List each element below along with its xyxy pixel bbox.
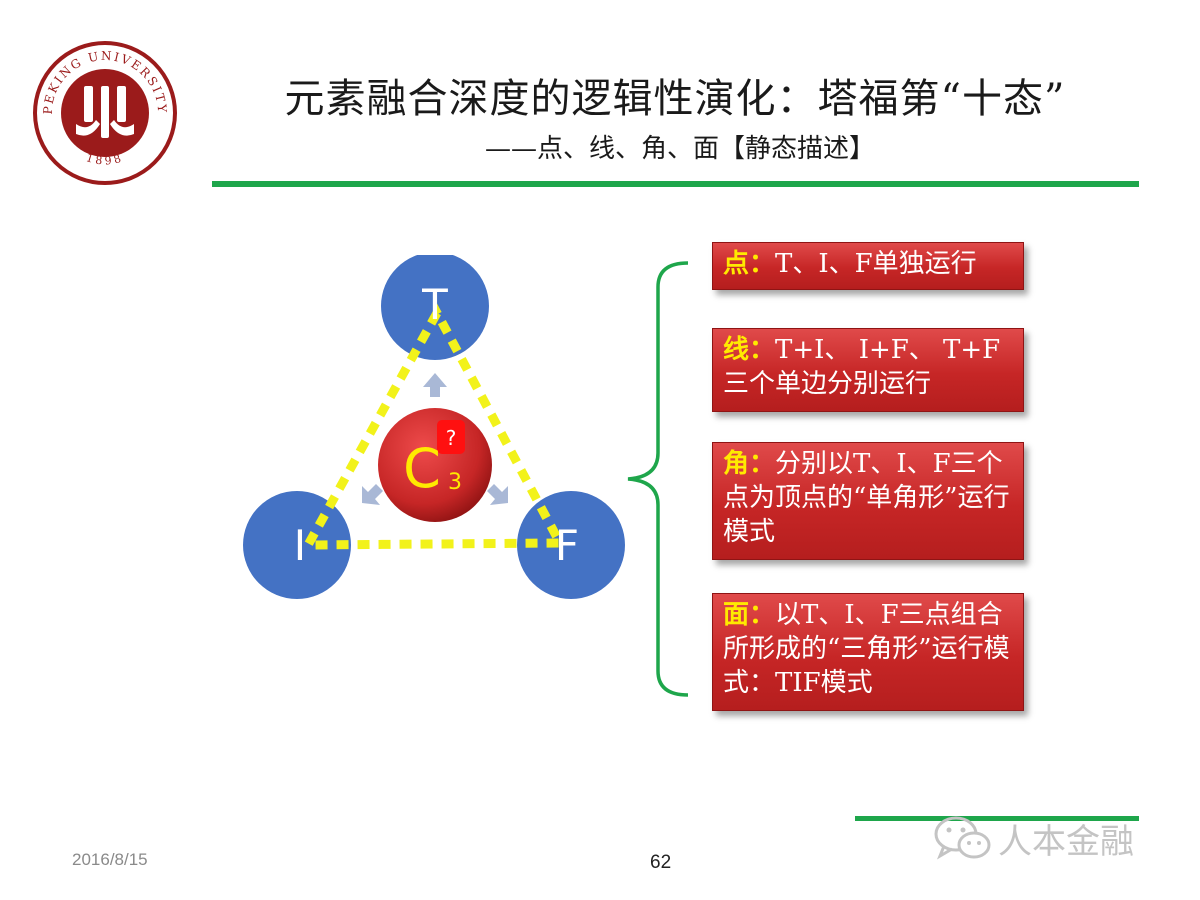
node-i-label: I	[294, 521, 306, 570]
node-f-label: F	[555, 521, 579, 570]
box-colon: ：	[749, 249, 776, 279]
arrow-up-icon	[423, 373, 447, 397]
point-mode-box: 点：T、I、F单独运行	[712, 242, 1024, 290]
box-text: T、I、F单独运行	[775, 249, 977, 279]
box-key: 点	[723, 249, 750, 279]
center-label: C	[403, 437, 441, 500]
curly-brace	[627, 261, 689, 697]
header-divider	[212, 181, 1139, 187]
slide-date: 2016/8/15	[72, 850, 148, 869]
slide-title: 元素融合深度的逻辑性演化：塔福第“十态”	[284, 76, 1066, 122]
peking-university-logo: PEKING UNIVERSITY 1898	[33, 41, 177, 185]
box-colon: ：	[749, 600, 776, 630]
center-subscript: 3	[448, 470, 462, 495]
center-badge-text: ?	[446, 426, 457, 450]
node-t-label: T	[421, 280, 448, 329]
arrow-down-right-icon	[487, 484, 508, 505]
line-mode-box: 线：T+I、 I+F、 T+F 三个单边分别运行	[712, 328, 1024, 412]
watermark-text: 人本金融	[998, 822, 1134, 862]
plane-mode-box: 面：以T、I、F三点组合所形成的“三角形”运行模式：TIF模式	[712, 593, 1024, 711]
box-colon: ：	[749, 335, 776, 365]
angle-mode-box: 角：分别以T、I、F三个点为顶点的“单角形”运行模式	[712, 442, 1024, 560]
arrow-down-left-icon	[362, 484, 383, 505]
box-key: 面	[723, 600, 750, 630]
tif-triangle-diagram: ? C 3 T I F	[243, 255, 625, 599]
slide-subtitle: ——点、线、角、面【静态描述】	[484, 134, 875, 164]
page-number: 62	[650, 852, 672, 873]
box-key: 角	[723, 449, 750, 479]
wechat-icon	[934, 816, 991, 860]
box-key: 线	[723, 335, 750, 365]
box-colon: ：	[749, 449, 776, 479]
